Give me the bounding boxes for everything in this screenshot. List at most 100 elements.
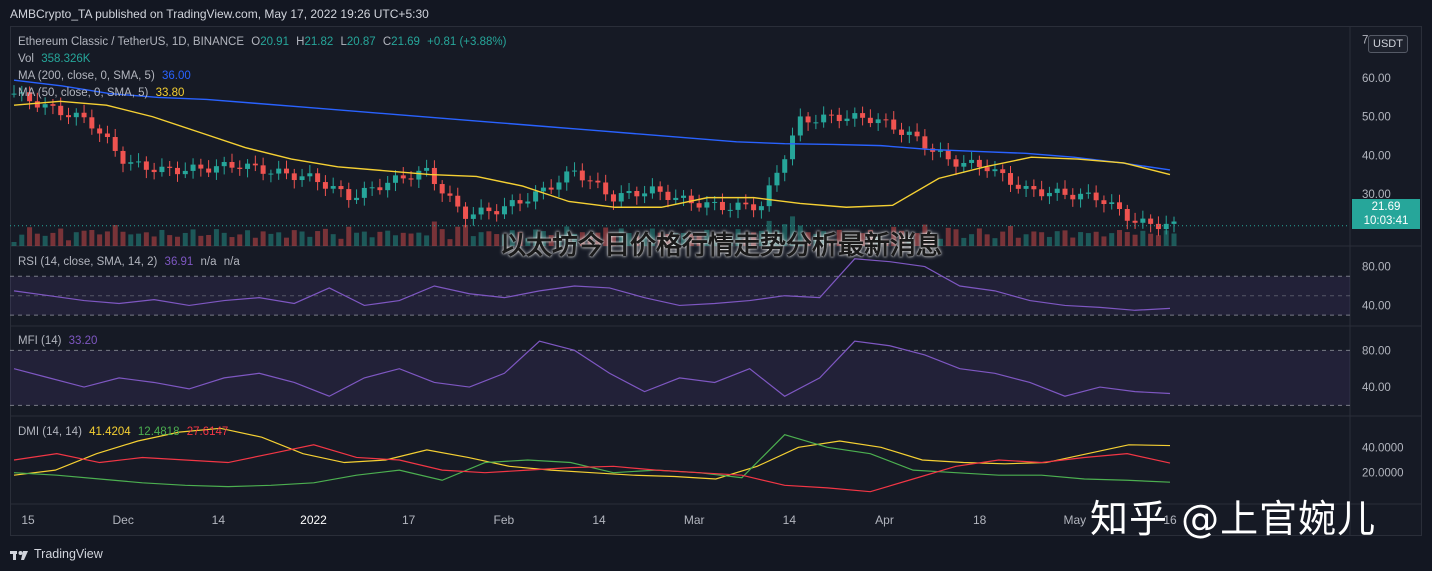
candle-body <box>1015 184 1021 189</box>
candle-body <box>322 182 328 189</box>
candle-body <box>533 191 539 202</box>
candle-body <box>649 186 655 194</box>
candle-body <box>143 161 149 170</box>
candle-body <box>517 200 523 204</box>
rsi-na-2: n/a <box>223 256 240 268</box>
volume-bar <box>315 231 321 246</box>
candle-body <box>213 166 219 173</box>
candle-body <box>828 114 834 116</box>
candle-body <box>198 164 204 169</box>
candle-body <box>758 206 764 211</box>
volume-bar <box>431 221 437 246</box>
price-tick-label: 40.00 <box>1362 150 1391 162</box>
candle-body <box>743 202 749 205</box>
candle-body <box>307 173 313 177</box>
time-tick-label: Feb <box>493 513 514 527</box>
candle-body <box>151 169 157 173</box>
time-tick-label: 18 <box>973 513 987 527</box>
candle-body <box>1163 223 1169 230</box>
mfi-legend[interactable]: MFI (14) 33.20 <box>18 335 101 347</box>
volume-bar <box>470 236 476 246</box>
volume-bar <box>1155 235 1161 246</box>
time-tick-label: 14 <box>212 513 226 527</box>
candle-body <box>1008 173 1014 185</box>
volume-bar <box>1124 232 1130 246</box>
tradingview-brand[interactable]: TradingView <box>10 547 103 561</box>
candle-body <box>712 201 718 203</box>
candle-body <box>97 128 103 134</box>
candle-body <box>618 193 624 202</box>
volume-bar <box>1062 230 1068 246</box>
candle-body <box>1109 202 1115 205</box>
candle-body <box>673 197 679 201</box>
candle-body <box>556 182 562 190</box>
volume-bar <box>377 231 383 246</box>
candle-body <box>1070 194 1076 200</box>
candle-body <box>610 194 616 202</box>
volume-bar <box>969 234 975 246</box>
volume-bar <box>58 228 64 246</box>
time-tick-label: Apr <box>875 513 894 527</box>
volume-bar <box>1132 234 1138 246</box>
candle-body <box>548 187 554 190</box>
candle-body <box>494 211 500 215</box>
volume-bar <box>198 235 204 246</box>
candle-body <box>852 113 858 119</box>
candle-body <box>400 175 406 179</box>
tradingview-logo-icon <box>10 550 28 560</box>
candle-body <box>1039 189 1045 197</box>
ma200-legend[interactable]: MA (200, close, 0, SMA, 5) 36.00 <box>18 70 195 82</box>
volume-bar <box>385 230 391 246</box>
volume-bar <box>174 236 180 246</box>
rsi-na-1: n/a <box>200 256 217 268</box>
candle-body <box>564 171 570 183</box>
bar-countdown: 10:03:41 <box>1363 215 1409 227</box>
ma50-legend[interactable]: MA (50, close, 0, SMA, 5) 33.80 <box>18 87 188 99</box>
volume-bar <box>206 234 212 246</box>
candle-body <box>237 167 243 169</box>
rsi-tick-label: 80.00 <box>1362 262 1391 274</box>
volume-bar <box>245 230 251 246</box>
candle-body <box>1062 188 1068 195</box>
symbol-legend: Ethereum Classic / TetherUS, 1D, BINANCE… <box>18 36 510 48</box>
volume-bar <box>1140 230 1146 246</box>
candle-body <box>1155 223 1161 230</box>
candle-body <box>976 159 982 168</box>
low-value: 20.87 <box>346 36 376 48</box>
rsi-legend[interactable]: RSI (14, close, SMA, 14, 2) 36.91 n/a n/… <box>18 256 244 268</box>
time-tick-label: 15 <box>21 513 35 527</box>
candle-body <box>1171 221 1177 224</box>
candle-body <box>190 164 196 171</box>
top-bar: AMBCrypto_TA published on TradingView.co… <box>0 0 1432 26</box>
candle-body <box>914 131 920 137</box>
volume-bar <box>346 226 352 246</box>
time-tick-label: 14 <box>783 513 797 527</box>
dmi-legend[interactable]: DMI (14, 14) 41.4204 12.4818 27.6147 <box>18 426 232 438</box>
time-tick-label: Dec <box>112 513 133 527</box>
candle-body <box>463 206 469 219</box>
candle-body <box>369 187 375 189</box>
candle-body <box>330 186 336 189</box>
currency-button[interactable]: USDT <box>1368 35 1408 53</box>
candle-body <box>790 135 796 160</box>
candle-body <box>120 150 126 164</box>
candle-body <box>751 204 757 211</box>
volume-bar <box>1008 225 1014 246</box>
candle-body <box>408 178 414 180</box>
volume-bar <box>478 232 484 246</box>
candle-body <box>206 168 212 173</box>
chart-canvas[interactable]: 70.0060.0050.0040.0030.0015Dec14202217Fe… <box>10 26 1422 536</box>
change-value: +0.81 (+3.88%) <box>427 36 507 48</box>
volume-bar <box>992 238 998 246</box>
volume-bar <box>229 237 235 246</box>
volume-bar <box>455 226 461 246</box>
dmi-label: DMI (14, 14) <box>18 426 82 438</box>
low-label: L <box>340 36 347 48</box>
candle-body <box>992 169 998 172</box>
candle-body <box>136 161 142 163</box>
volume-bar <box>400 232 406 246</box>
candle-body <box>961 162 967 167</box>
volume-bar <box>1148 233 1154 246</box>
candle-body <box>182 170 188 175</box>
candle-body <box>276 168 282 174</box>
